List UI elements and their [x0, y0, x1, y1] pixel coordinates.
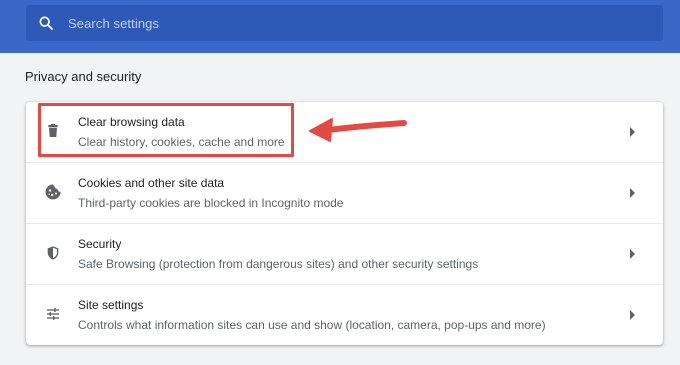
- search-input[interactable]: Search settings: [68, 16, 159, 31]
- sliders-icon: [43, 304, 63, 324]
- search-icon[interactable]: [36, 13, 56, 33]
- annotation-highlight-box: [38, 103, 294, 157]
- row-title: Security: [78, 237, 122, 251]
- chevron-right-icon: [630, 127, 635, 137]
- row-title: Cookies and other site data: [78, 176, 225, 190]
- row-site-settings[interactable]: Site settings Controls what information …: [26, 284, 663, 344]
- chevron-right-icon: [630, 249, 635, 259]
- row-subtitle: Third-party cookies are blocked in Incog…: [78, 196, 344, 210]
- annotation-arrow-icon: [309, 118, 407, 142]
- header-bar: Search settings: [0, 0, 680, 53]
- chevron-right-icon: [630, 188, 635, 198]
- shield-icon: [43, 243, 63, 263]
- chevron-right-icon: [630, 310, 635, 320]
- row-subtitle: Safe Browsing (protection from dangerous…: [78, 257, 479, 271]
- search-box[interactable]: Search settings: [26, 5, 663, 41]
- row-title: Site settings: [78, 298, 144, 312]
- section-title: Privacy and security: [25, 69, 142, 84]
- row-security[interactable]: Security Safe Browsing (protection from …: [26, 223, 663, 283]
- row-subtitle: Controls what information sites can use …: [78, 318, 546, 332]
- cookie-icon: [43, 182, 63, 202]
- row-cookies[interactable]: Cookies and other site data Third-party …: [26, 162, 663, 222]
